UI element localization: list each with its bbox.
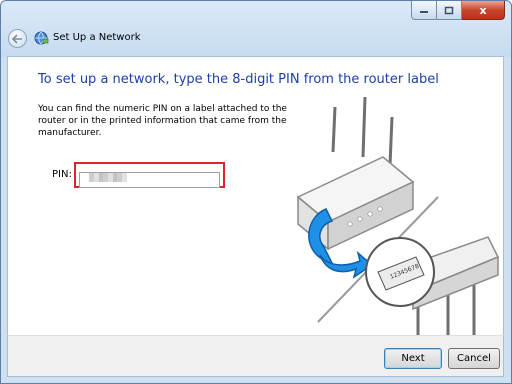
pin-highlight-box	[74, 162, 225, 188]
back-arrow-icon	[12, 33, 22, 44]
router-illustration: 12345678	[296, 97, 500, 337]
maximize-icon	[444, 6, 454, 14]
window-title: Set Up a Network	[53, 32, 141, 43]
caption-buttons: x	[411, 1, 505, 20]
next-button[interactable]: Next	[384, 348, 442, 369]
pin-description: You can find the numeric PIN on a label …	[38, 104, 287, 138]
footer-bar: Next Cancel	[7, 335, 504, 377]
pin-label: PIN:	[52, 169, 72, 180]
content-panel: To set up a network, type the 8-digit PI…	[7, 56, 504, 337]
minimize-icon	[420, 11, 428, 13]
close-icon: x	[479, 3, 487, 17]
pin-redacted-value	[89, 173, 127, 182]
setup-network-window: x Set Up a Network To set up a network, …	[0, 0, 512, 384]
title-bar: x Set Up a Network	[1, 1, 511, 57]
close-button[interactable]: x	[462, 1, 505, 20]
maximize-button[interactable]	[437, 1, 462, 20]
minimize-button[interactable]	[411, 1, 437, 20]
router-label-icon: 12345678	[365, 236, 500, 337]
back-button[interactable]	[8, 29, 27, 48]
page-heading: To set up a network, type the 8-digit PI…	[38, 72, 439, 87]
cancel-button[interactable]: Cancel	[448, 348, 500, 369]
network-icon	[34, 31, 49, 45]
